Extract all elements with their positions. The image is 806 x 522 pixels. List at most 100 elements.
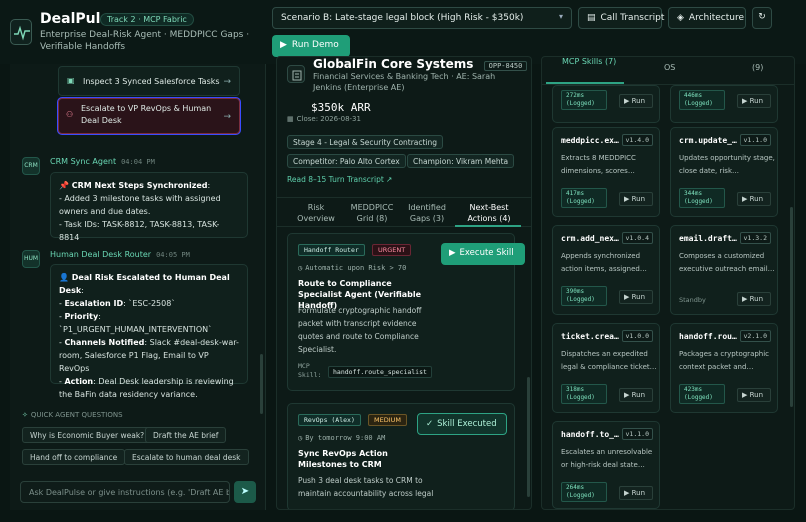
run-skill-button[interactable]: ▶ Run bbox=[619, 192, 653, 206]
priority-tag: MEDIUM bbox=[368, 414, 408, 426]
play-icon: ▶ bbox=[624, 97, 630, 105]
send-button[interactable]: ➤ bbox=[234, 481, 256, 503]
skill-description: Packages a cryptographic context packet … bbox=[679, 350, 770, 371]
actions-scrollbar[interactable] bbox=[527, 377, 530, 497]
call-transcript-button[interactable]: ▤ Call Transcript bbox=[578, 7, 664, 29]
skill-name: email.draft… bbox=[679, 234, 737, 243]
avatar: CRM bbox=[22, 157, 40, 175]
arrow-right-icon: → bbox=[223, 112, 231, 122]
account-name: GlobalFin Core Systems OPP-8450 bbox=[313, 57, 528, 71]
competitor-chip: Competitor: Palo Alto Cortex bbox=[287, 154, 406, 168]
execute-skill-label: Execute Skill bbox=[459, 248, 514, 258]
task-escalate-revops[interactable]: ⚇ Escalate to VP RevOps & Human Deal Des… bbox=[58, 98, 240, 134]
priority-value: P1_URGENT_HUMAN_INTERVENTION bbox=[63, 325, 209, 334]
clock-icon: ◷ bbox=[298, 264, 303, 272]
tab-os[interactable]: OS bbox=[664, 63, 675, 72]
action-due: ◷ Automatic upon Risk > 70 bbox=[298, 264, 406, 272]
run-label: Run bbox=[631, 489, 646, 497]
scenario-select-value: Scenario B: Late-stage legal block (High… bbox=[281, 13, 524, 23]
agent-chat-panel: ▣ Inspect 3 Synced Salesforce Tasks → ⚇ … bbox=[10, 64, 266, 510]
skill-card: email.draft… v1.3.2 Composes a customize… bbox=[670, 225, 778, 315]
tab-meddpicc-grid[interactable]: MEDDPICC Grid (8) bbox=[345, 202, 399, 224]
skills-scrollbar[interactable] bbox=[790, 207, 793, 407]
action-description: Formulate cryptographic handoff packet w… bbox=[298, 306, 422, 354]
chevron-down-icon: ▾ bbox=[558, 12, 563, 21]
transcript-link[interactable]: Read 8–15 Turn Transcript ↗ bbox=[287, 175, 392, 184]
run-skill-button[interactable]: ▶ Run bbox=[619, 486, 653, 500]
latency-badge: 390ms (Logged) bbox=[561, 286, 607, 306]
tab-risk-overview[interactable]: Risk Overview bbox=[291, 202, 341, 224]
architecture-button[interactable]: ◈ Architecture bbox=[668, 7, 746, 29]
skill-executed-button[interactable]: ✓ Skill Executed bbox=[417, 413, 507, 435]
tab-mcp-skills[interactable]: MCP Skills (7) bbox=[562, 57, 616, 66]
run-demo-button[interactable]: ▶ Run Demo bbox=[272, 35, 350, 57]
opportunity-id-badge: OPP-8450 bbox=[483, 61, 528, 71]
chat-scrollbar[interactable] bbox=[260, 354, 263, 414]
skill-version: v1.1.0 bbox=[621, 428, 653, 440]
quick-question-button[interactable]: Why is Economic Buyer weak? bbox=[22, 427, 153, 443]
mcp-skill-label: MCP Skill: bbox=[298, 362, 322, 379]
pulse-logo-icon bbox=[10, 19, 32, 45]
skill-card: handoff.to_… v1.1.0 Escalates an unresol… bbox=[552, 421, 660, 509]
skill-description: Dispatches an expedited legal & complian… bbox=[561, 350, 657, 371]
champion-chip: Champion: Vikram Mehta bbox=[407, 154, 515, 168]
reset-button[interactable]: ↻ bbox=[752, 7, 772, 29]
arrow-right-icon: → bbox=[223, 77, 231, 87]
execute-skill-button[interactable]: ▶ Execute Skill bbox=[441, 243, 525, 265]
action-description: Push 3 deal desk tasks to CRM to maintai… bbox=[298, 476, 434, 498]
skill-name: meddpicc.ex… bbox=[561, 136, 619, 145]
user-alert-icon: ⚇ bbox=[66, 110, 74, 119]
latency-badge: 446ms (Logged) bbox=[679, 90, 725, 110]
scenario-select[interactable]: Scenario B: Late-stage legal block (High… bbox=[272, 7, 572, 29]
document-icon: ▤ bbox=[587, 13, 596, 23]
account-tabs: Risk Overview MEDDPICC Grid (8) Identifi… bbox=[277, 197, 531, 227]
refresh-icon: ↻ bbox=[758, 12, 766, 22]
run-skill-button[interactable]: ▶ Run bbox=[737, 388, 771, 402]
skill-version: v1.1.0 bbox=[739, 134, 771, 146]
mcp-skill-value: handoff.route_specialist bbox=[328, 366, 432, 378]
run-label: Run bbox=[749, 195, 764, 203]
owner-tag: Handoff Router bbox=[298, 244, 365, 256]
tab-identified-gaps[interactable]: Identified Gaps (3) bbox=[403, 202, 451, 224]
play-icon: ▶ bbox=[624, 195, 630, 203]
run-demo-label: Run Demo bbox=[291, 40, 339, 50]
sender-name: Human Deal Desk Router bbox=[50, 250, 152, 259]
avatar: HUM bbox=[22, 250, 40, 268]
skill-description: Appends synchronized action items, assig… bbox=[561, 252, 647, 273]
escalation-label: Escalation ID bbox=[64, 299, 124, 308]
task-inspect-salesforce[interactable]: ▣ Inspect 3 Synced Salesforce Tasks → bbox=[58, 66, 240, 96]
building-icon bbox=[287, 65, 305, 83]
account-name-text: GlobalFin Core Systems bbox=[313, 57, 474, 71]
play-icon: ▶ bbox=[280, 40, 287, 50]
tab-next-best-actions[interactable]: Next-Best Actions (4) bbox=[457, 202, 521, 224]
chat-input[interactable]: Ask DealPulse or give instructions (e.g.… bbox=[20, 481, 230, 503]
skill-card: ticket.crea… v1.0.0 Dispatches an expedi… bbox=[552, 323, 660, 413]
app-header: DealPulse Track 2 · MCP Fabric Enterpris… bbox=[0, 0, 806, 64]
tab-count[interactable]: (9) bbox=[752, 63, 763, 72]
skill-card: crm.add_nex… v1.0.4 Appends synchronized… bbox=[552, 225, 660, 315]
escalation-value: ESC-2508 bbox=[132, 299, 172, 308]
skill-card: meddpicc.ex… v1.4.0 Extracts 8 MEDDPICC … bbox=[552, 127, 660, 217]
play-icon: ▶ bbox=[742, 97, 748, 105]
skill-name: handoff.rou… bbox=[679, 332, 737, 341]
action-due: ◷ By tomorrow 9:00 AM bbox=[298, 434, 385, 442]
quick-question-button[interactable]: Draft the AE brief bbox=[145, 427, 227, 443]
standby-status: Standby bbox=[679, 296, 706, 304]
quick-question-button[interactable]: Escalate to human deal desk bbox=[124, 449, 249, 465]
run-label: Run bbox=[631, 391, 646, 399]
play-icon: ▶ bbox=[742, 295, 748, 303]
run-skill-button[interactable]: ▶ Run bbox=[619, 388, 653, 402]
quick-question-button[interactable]: Hand off to compliance bbox=[22, 449, 126, 465]
run-label: Run bbox=[631, 293, 646, 301]
run-skill-button[interactable]: ▶ Run bbox=[619, 290, 653, 304]
run-skill-button[interactable]: ▶ Run bbox=[737, 292, 771, 306]
latency-badge: 272ms (Logged) bbox=[561, 90, 607, 110]
run-skill-button[interactable]: ▶ Run bbox=[737, 192, 771, 206]
run-skill-button[interactable]: ▶ Run bbox=[619, 94, 653, 108]
message-title: 👤 Deal Risk Escalated to Human Deal Desk bbox=[59, 273, 230, 295]
run-skill-button[interactable]: ▶ Run bbox=[737, 94, 771, 108]
skill-name: handoff.to_… bbox=[561, 430, 619, 439]
check-icon: ✓ bbox=[426, 419, 434, 429]
message-bubble: 👤 Deal Risk Escalated to Human Deal Desk… bbox=[50, 264, 248, 399]
message-time: 04:04 PM bbox=[121, 158, 155, 166]
